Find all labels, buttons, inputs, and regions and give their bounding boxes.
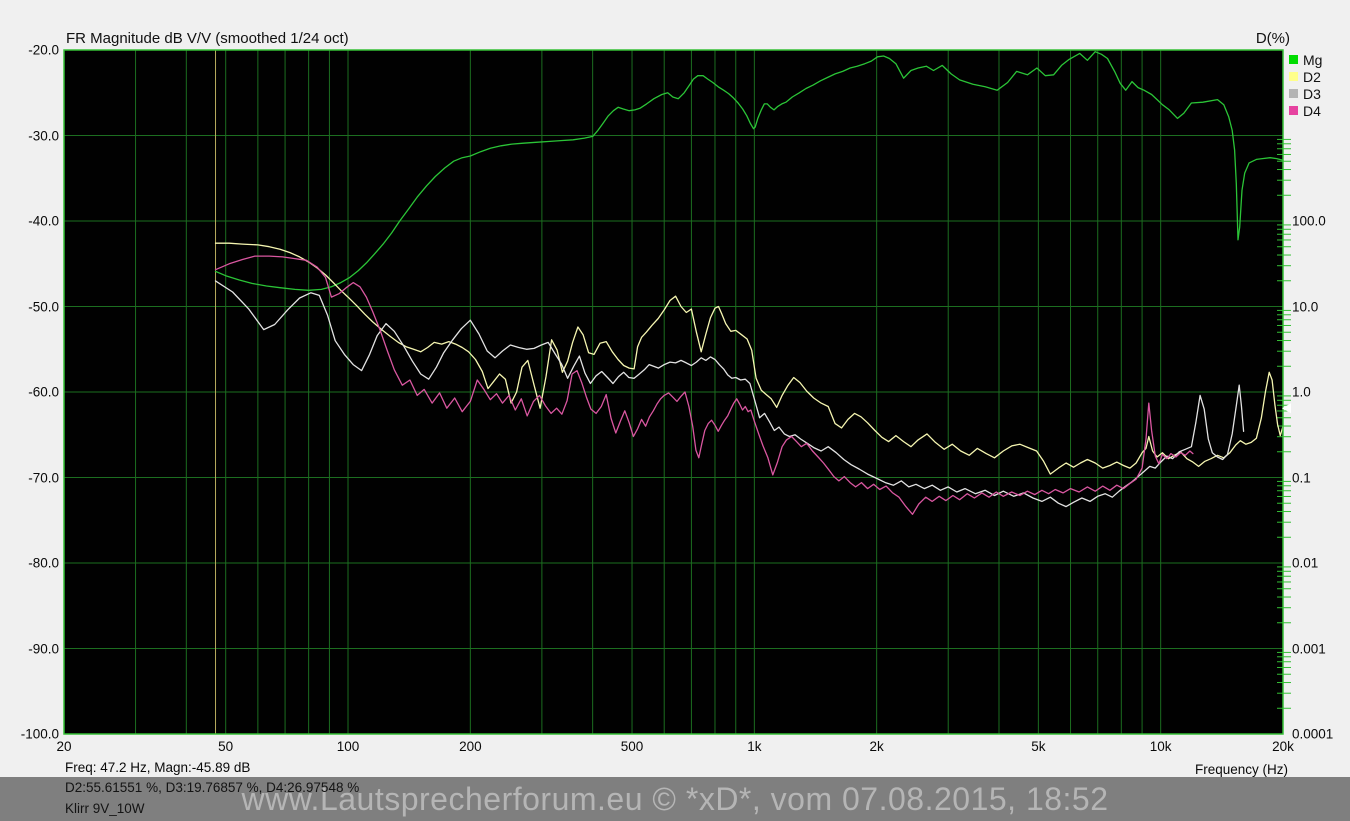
x-tick-label: 200 xyxy=(459,740,482,754)
legend-item-d2: D2 xyxy=(1289,68,1321,85)
x-tick-label: 10k xyxy=(1150,740,1172,754)
x-axis-title: Frequency (Hz) xyxy=(1195,762,1288,777)
y-right-tick-label: 0.01 xyxy=(1292,556,1318,570)
x-tick-label: 1k xyxy=(747,740,761,754)
legend-swatch-icon xyxy=(1289,89,1298,98)
legend-item-mg: Mg xyxy=(1289,51,1322,68)
cursor-readout: Freq: 47.2 Hz, Magn:-45.89 dB xyxy=(65,760,250,775)
x-tick-label: 20 xyxy=(56,740,71,754)
distortion-readout: D2:55.61551 %, D3:19.76857 %, D4:26.9754… xyxy=(65,780,359,795)
y-left-tick-label: -90.0 xyxy=(4,642,59,656)
y-right-tick-label: 1.0 xyxy=(1292,385,1311,399)
y-left-tick-label: -30.0 xyxy=(4,129,59,143)
y-left-tick-label: -70.0 xyxy=(4,471,59,485)
legend-label: D4 xyxy=(1303,104,1321,118)
y-left-tick-label: -20.0 xyxy=(4,43,59,57)
measurement-window: FR Magnitude dB V/V (smoothed 1/24 oct) … xyxy=(0,0,1350,821)
legend-swatch-icon xyxy=(1289,106,1298,115)
legend-swatch-icon xyxy=(1289,72,1298,81)
measurement-name: Klirr 9V_10W xyxy=(65,801,145,816)
y-left-tick-label: -50.0 xyxy=(4,300,59,314)
legend-label: D2 xyxy=(1303,70,1321,84)
y-right-tick-label: 0.001 xyxy=(1292,642,1326,656)
legend-label: Mg xyxy=(1303,53,1322,67)
x-tick-label: 2k xyxy=(870,740,884,754)
x-tick-label: 20k xyxy=(1272,740,1294,754)
y-left-tick-label: -60.0 xyxy=(4,385,59,399)
y-right-tick-label: 0.1 xyxy=(1292,471,1311,485)
y-right-tick-label: 100.0 xyxy=(1292,214,1326,228)
legend-label: D3 xyxy=(1303,87,1321,101)
x-tick-label: 5k xyxy=(1031,740,1045,754)
legend-swatch-icon xyxy=(1289,55,1298,64)
y-right-tick-label: 0.0001 xyxy=(1292,727,1333,741)
y-left-tick-label: -80.0 xyxy=(4,556,59,570)
fr-plot-canvas[interactable] xyxy=(0,0,1350,821)
legend-item-d3: D3 xyxy=(1289,85,1321,102)
x-tick-label: 500 xyxy=(621,740,644,754)
legend-item-d4: D4 xyxy=(1289,102,1321,119)
x-tick-label: 50 xyxy=(218,740,233,754)
y-left-tick-label: -40.0 xyxy=(4,214,59,228)
y-left-tick-label: -100.0 xyxy=(4,727,59,741)
y-right-tick-label: 10.0 xyxy=(1292,300,1318,314)
x-tick-label: 100 xyxy=(337,740,360,754)
